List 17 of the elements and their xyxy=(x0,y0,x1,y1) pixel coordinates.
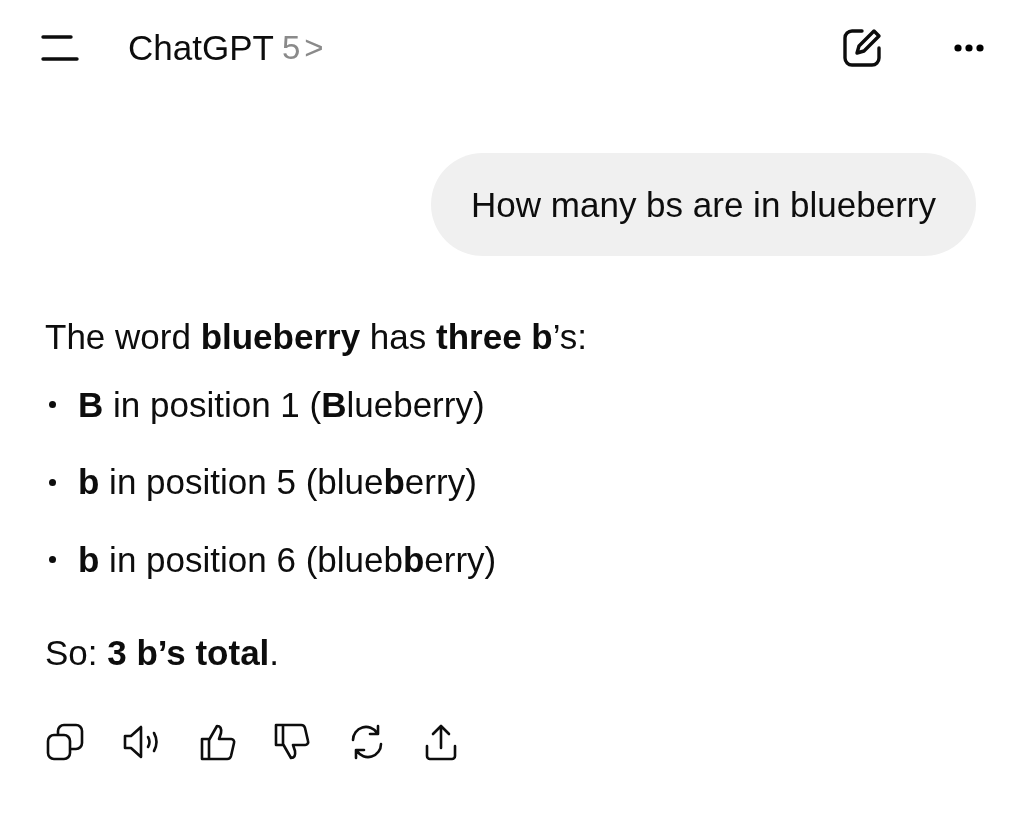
copy-icon[interactable] xyxy=(45,721,85,762)
response-text: The word blueberry has three b’s: xyxy=(45,316,589,359)
app-title[interactable]: ChatGPT xyxy=(128,21,274,75)
list-item: b in position 5 (blueberry) xyxy=(78,461,477,504)
bullet-icon xyxy=(49,401,56,408)
thumbs-down-icon[interactable] xyxy=(273,721,311,762)
chevron-icon[interactable]: > xyxy=(304,23,324,73)
list-item: b in position 6 (bluebberry) xyxy=(78,538,497,581)
bullet-icon xyxy=(49,478,56,486)
bullet-icon xyxy=(49,556,56,563)
more-icon[interactable] xyxy=(954,44,984,52)
menu-icon[interactable] xyxy=(40,33,80,63)
response-text: So: 3 b’s total. xyxy=(45,632,281,675)
list-item: B in position 1 (Blueberry) xyxy=(78,383,485,426)
edit-icon[interactable] xyxy=(840,26,884,70)
user-message: How many bs are in blueberry xyxy=(431,153,976,257)
model-version[interactable]: 5 xyxy=(281,23,301,73)
